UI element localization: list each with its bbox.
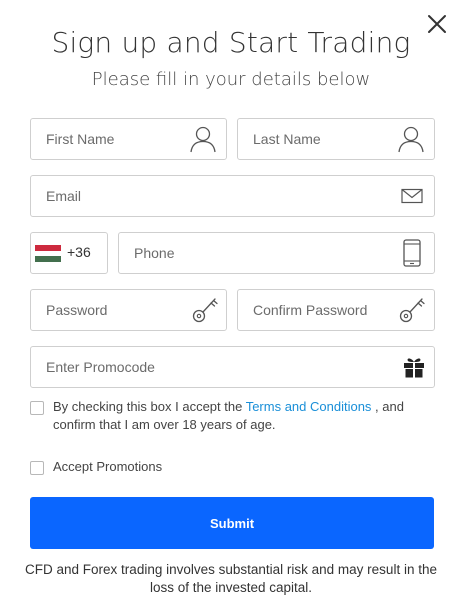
promocode-input[interactable]	[46, 347, 386, 387]
phone-field[interactable]	[118, 232, 435, 274]
terms-link[interactable]: Terms and Conditions	[246, 399, 372, 414]
hungary-flag	[35, 245, 61, 262]
promotions-label: Accept Promotions	[53, 459, 163, 474]
mobile-phone-icon	[403, 239, 421, 267]
risk-disclaimer: CFD and Forex trading involves substanti…	[25, 562, 437, 595]
terms-checkbox[interactable]	[30, 401, 44, 415]
page-subtitle: Please fill in your details below	[91, 69, 371, 90]
last-name-field[interactable]	[237, 118, 435, 160]
confirm-password-field[interactable]	[237, 289, 435, 331]
terms-prefix: By checking this box I accept the	[53, 399, 246, 414]
country-code-select[interactable]: +36	[30, 232, 108, 274]
user-icon	[190, 126, 216, 153]
key-icon	[192, 298, 218, 323]
password-input[interactable]	[46, 290, 186, 330]
promocode-field[interactable]	[30, 346, 435, 388]
gift-icon	[404, 358, 424, 378]
first-name-input[interactable]	[46, 119, 186, 159]
last-name-input[interactable]	[253, 119, 393, 159]
email-input[interactable]	[46, 176, 386, 216]
promotions-checkbox[interactable]	[30, 461, 44, 475]
key-icon	[399, 298, 425, 323]
password-field[interactable]	[30, 289, 227, 331]
user-icon	[398, 126, 424, 153]
phone-input[interactable]	[134, 233, 384, 273]
envelope-icon	[401, 188, 423, 204]
submit-button[interactable]: Submit	[30, 497, 434, 549]
email-field[interactable]	[30, 175, 435, 217]
first-name-field[interactable]	[30, 118, 227, 160]
page-title: Sign up and Start Trading	[51, 26, 411, 59]
terms-text: By checking this box I accept the Terms …	[53, 398, 428, 434]
confirm-password-input[interactable]	[253, 290, 393, 330]
country-code: +36	[67, 244, 91, 260]
